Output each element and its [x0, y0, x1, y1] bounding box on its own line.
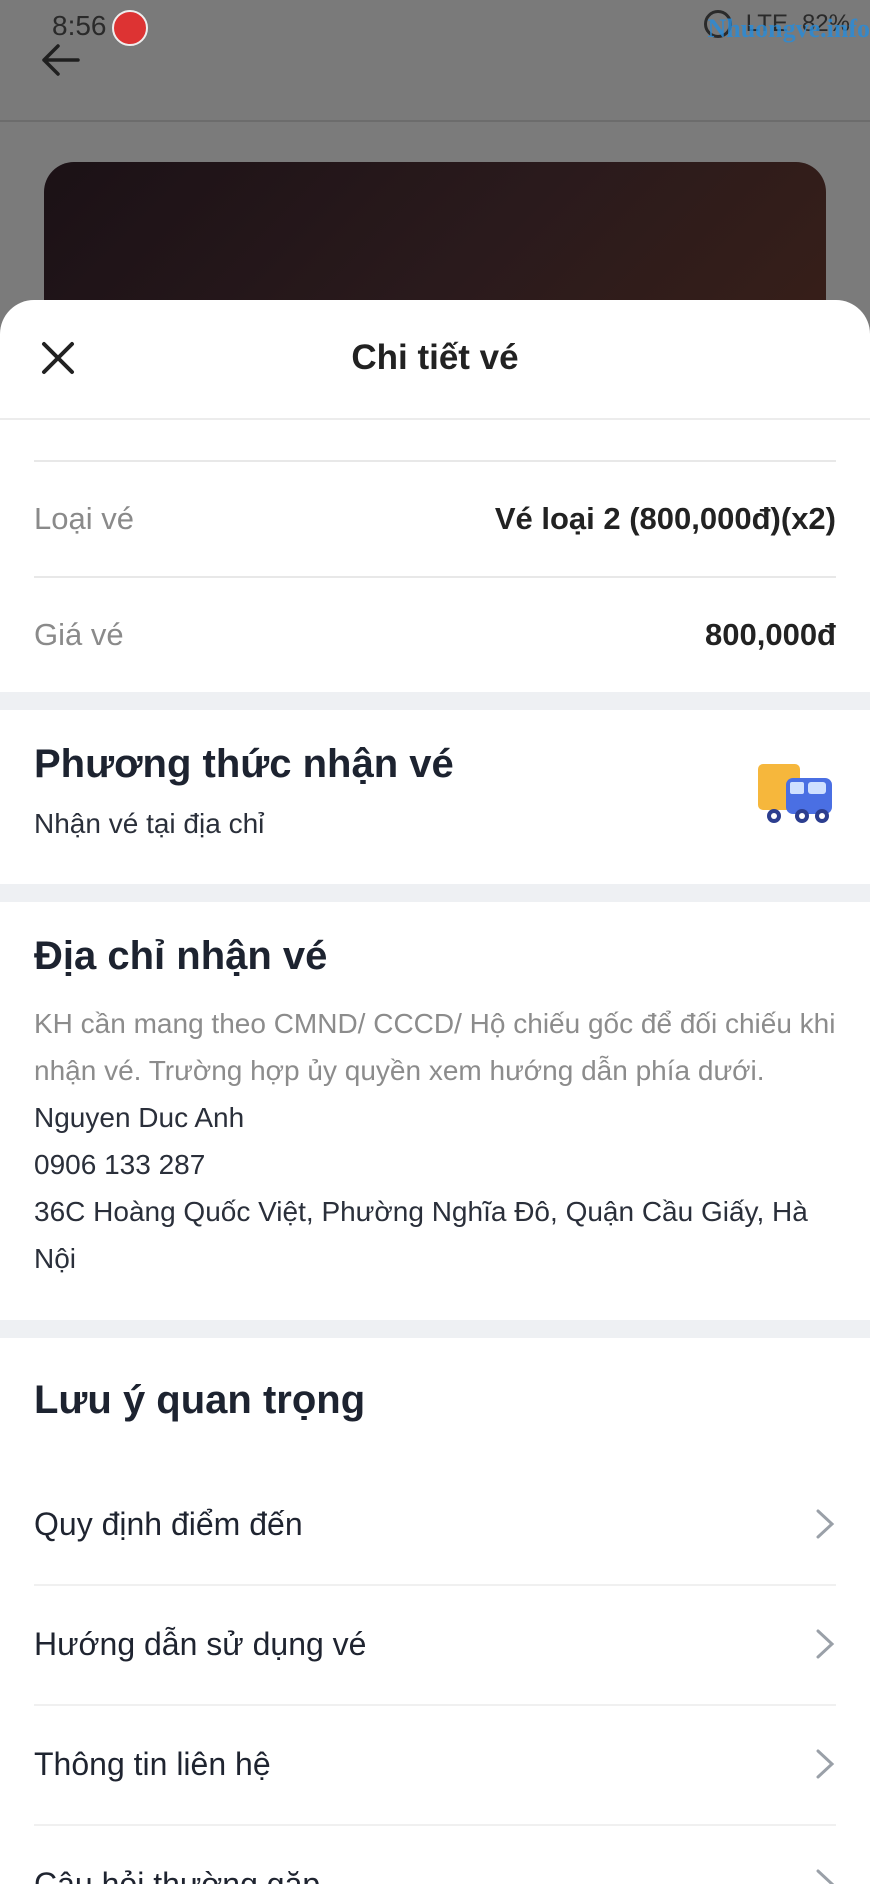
delivery-method-value: Nhận vé tại địa chỉ	[34, 808, 265, 839]
section-separator	[0, 1320, 870, 1338]
note-item-destination-rules[interactable]: Quy định điểm đến	[34, 1464, 836, 1584]
address-title: Địa chỉ nhận vé	[34, 934, 328, 978]
delivery-truck-icon	[758, 764, 832, 823]
notification-badge-icon	[112, 10, 148, 46]
ticket-type-row: Loại vé Vé loại 2 (800,000đ)(x2)	[34, 462, 836, 576]
back-arrow-icon[interactable]	[38, 38, 82, 82]
note-item-usage-guide[interactable]: Hướng dẫn sử dụng vé	[34, 1584, 836, 1704]
address-note: KH cần mang theo CMND/ CCCD/ Hộ chiếu gố…	[34, 1008, 836, 1086]
recipient-address: 36C Hoàng Quốc Việt, Phường Nghĩa Đô, Qu…	[34, 1196, 808, 1274]
note-item-label: Hướng dẫn sử dụng vé	[34, 1625, 367, 1662]
note-item-contact-info[interactable]: Thông tin liên hệ	[34, 1704, 836, 1824]
section-separator	[0, 884, 870, 902]
note-item-label: Câu hỏi thường gặp	[34, 1865, 321, 1884]
section-separator	[0, 692, 870, 710]
chevron-right-icon	[816, 1749, 835, 1779]
background-header: 8:56 LTE 82% Nhuongve.info	[0, 0, 870, 122]
chevron-right-icon	[816, 1869, 835, 1884]
note-item-label: Quy định điểm đến	[34, 1505, 303, 1542]
chevron-right-icon	[816, 1629, 835, 1659]
delivery-method-title: Phương thức nhận vé	[34, 742, 454, 786]
watermark-logo: Nhuongve.info	[707, 14, 870, 43]
recipient-phone: 0906 133 287	[34, 1149, 206, 1180]
ticket-price-label: Giá vé	[34, 617, 124, 652]
note-item-faq[interactable]: Câu hỏi thường gặp	[34, 1824, 836, 1884]
note-item-label: Thông tin liên hệ	[34, 1745, 271, 1782]
ticket-price-row: Giá vé 800,000đ	[34, 578, 836, 692]
recipient-name: Nguyen Duc Anh	[34, 1102, 245, 1133]
ticket-type-label: Loại vé	[34, 501, 134, 536]
chevron-right-icon	[816, 1509, 835, 1539]
ticket-price-value: 800,000đ	[705, 617, 836, 652]
ticket-detail-sheet: Chi tiết vé Loại vé Vé loại 2 (800,000đ)…	[0, 300, 870, 1884]
sheet-title: Chi tiết vé	[351, 338, 519, 377]
important-notes-title: Lưu ý quan trọng	[34, 1378, 366, 1422]
ticket-type-value: Vé loại 2 (800,000đ)(x2)	[494, 501, 836, 536]
sheet-header: Chi tiết vé	[0, 300, 870, 420]
